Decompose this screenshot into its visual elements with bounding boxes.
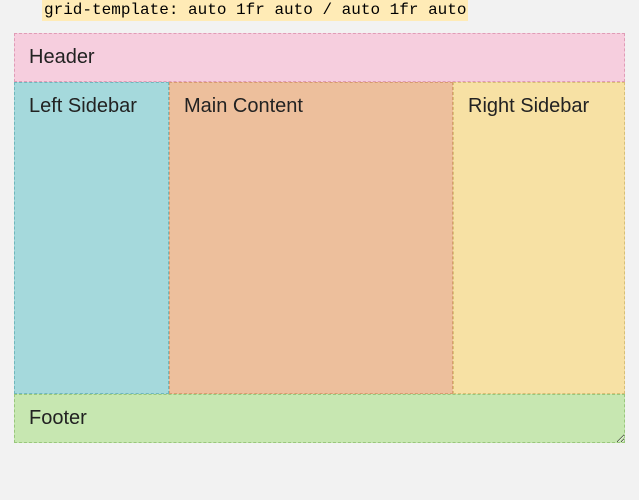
grid-left-sidebar: Left Sidebar: [14, 82, 169, 394]
grid-main-content: Main Content: [169, 82, 453, 394]
grid-right-sidebar: Right Sidebar: [453, 82, 625, 394]
css-code-snippet: grid-template: auto 1fr auto / auto 1fr …: [42, 0, 468, 21]
grid-footer: Footer: [14, 394, 625, 443]
grid-header: Header: [14, 33, 625, 82]
grid-demo-container: Header Left Sidebar Main Content Right S…: [14, 33, 625, 443]
